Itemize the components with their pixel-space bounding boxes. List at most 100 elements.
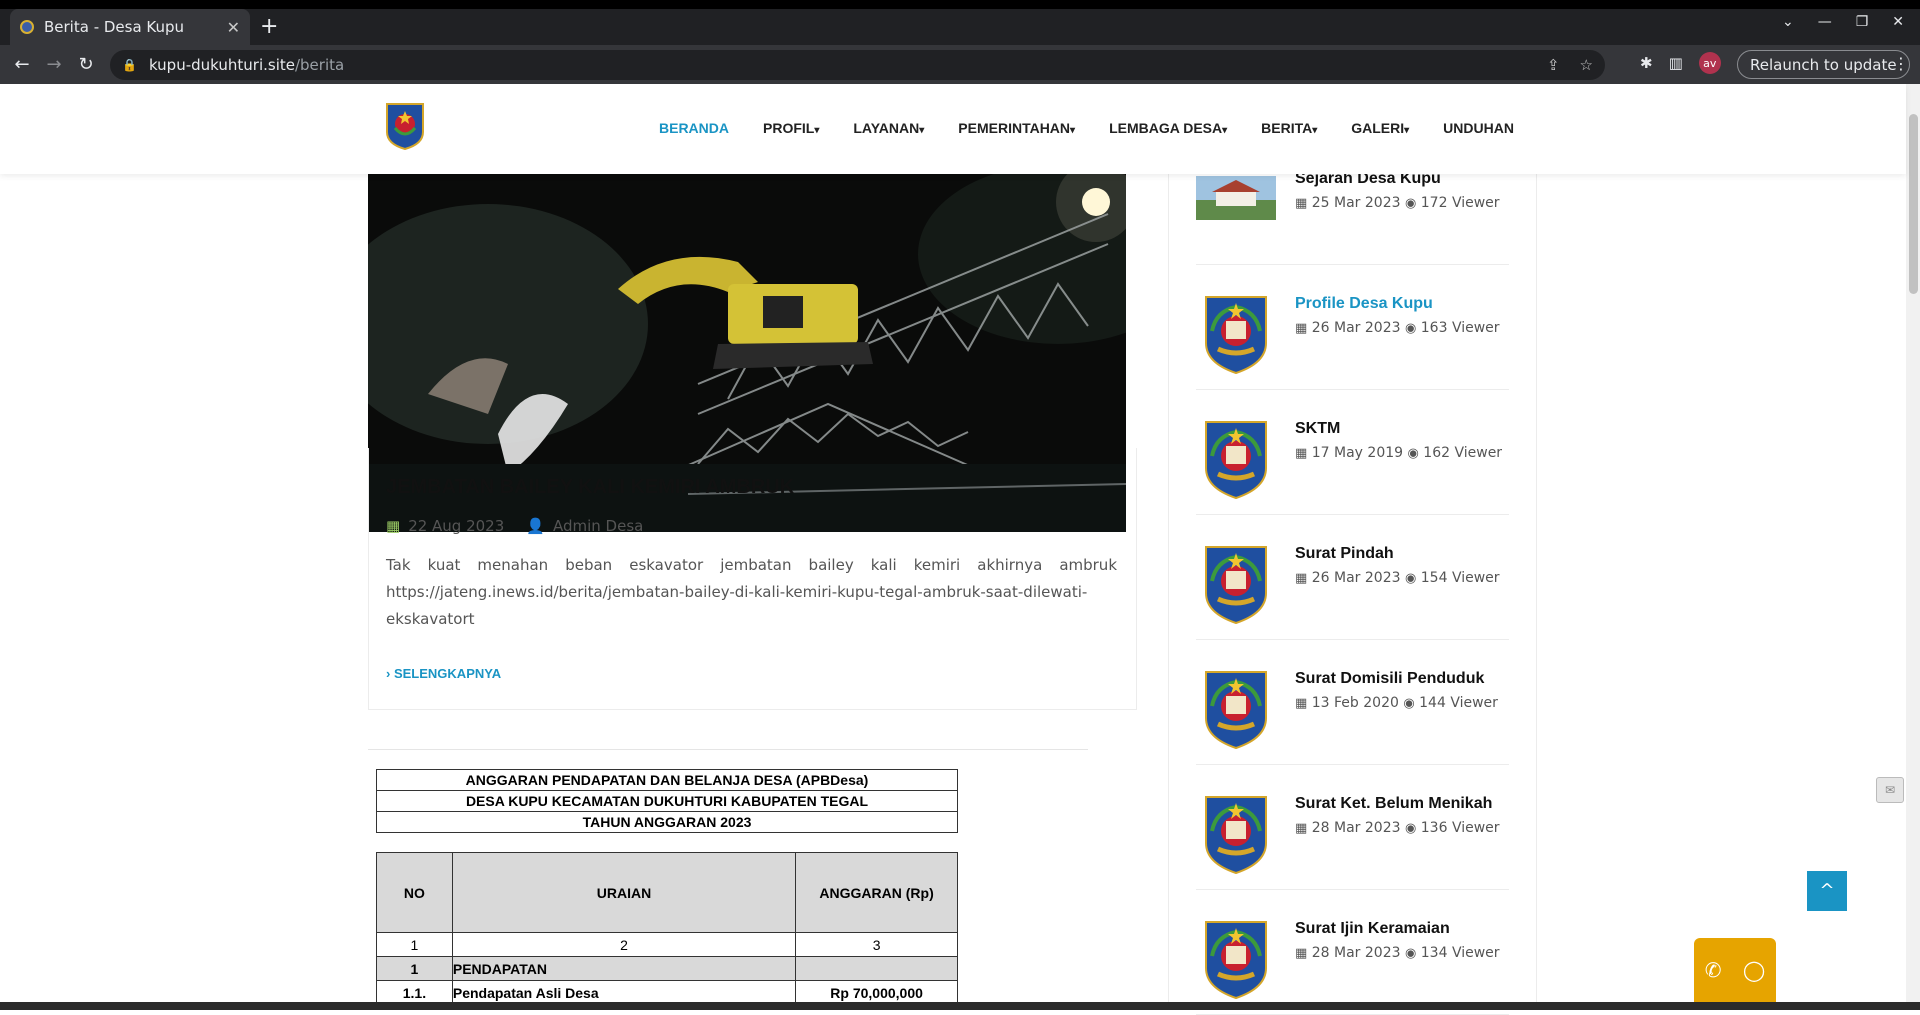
popular-post-title[interactable]: SKTM [1295,420,1340,438]
minimize-icon[interactable]: — [1818,14,1832,30]
popular-post-date: 13 Feb 2020 [1311,695,1399,711]
browser-tab[interactable]: Berita - Desa Kupu ✕ [10,9,250,45]
popular-post-title[interactable]: Surat Ket. Belum Menikah [1295,795,1492,813]
tab-close-icon[interactable]: ✕ [227,18,240,37]
row-no: 1.1. [376,980,453,1005]
row-anggaran: Rp 70,000,000 [795,980,958,1005]
column-header: URAIAN [451,852,797,933]
popular-post-title[interactable]: Profile Desa Kupu [1295,295,1433,313]
restore-icon[interactable]: ❐ [1856,14,1869,30]
tab-title: Berita - Desa Kupu [44,18,185,36]
popular-post-title[interactable]: Surat Pindah [1295,545,1394,563]
eye-icon: ◉ [1403,696,1415,711]
contact-widget[interactable]: ✆ ◯ [1694,938,1776,1002]
apbdes-heading-line: ANGGARAN PENDAPATAN DAN BELANJA DESA (AP… [376,769,958,791]
popular-post-date: 25 Mar 2023 [1311,195,1401,211]
lock-icon[interactable]: 🔒 [122,58,137,72]
side-panel-icon[interactable]: ▥ [1669,54,1683,72]
post-thumbnail[interactable] [1196,176,1276,220]
nav-item-label: BERANDA [659,120,729,136]
popular-post-meta: ▦ 25 Mar 2023 ◉ 172 Viewer [1295,195,1500,211]
bookmark-star-icon[interactable]: ☆ [1580,56,1593,74]
village-emblem-icon[interactable] [1196,666,1276,750]
popular-post-item[interactable]: Surat Ket. Belum Menikah ▦ 28 Mar 2023 ◉ … [1196,765,1509,890]
calendar-icon: ▦ [1295,571,1308,586]
row-no: 1 [376,956,453,981]
village-emblem-icon[interactable] [1196,791,1276,875]
apbdes-heading-line: TAHUN ANGGARAN 2023 [376,811,958,833]
eye-icon: ◉ [1404,946,1417,961]
apbdes-heading-table: ANGGARAN PENDAPATAN DAN BELANJA DESA (AP… [376,769,958,833]
extensions-puzzle-icon[interactable]: ✱ [1640,54,1653,72]
phone-icon[interactable]: ✆ [1705,958,1722,982]
feedback-icon[interactable]: ✉ [1876,777,1904,803]
calendar-icon: ▦ [1295,696,1308,711]
popular-post-meta: ▦ 17 May 2019 ◉ 162 Viewer [1295,445,1502,461]
site-favicon-icon [20,20,34,34]
nav-item-pemerintahan[interactable]: PEMERINTAHAN▾ [958,120,1075,136]
row-anggaran [795,956,958,981]
popular-post-item[interactable]: Profile Desa Kupu ▦ 26 Mar 2023 ◉ 163 Vie… [1196,265,1509,390]
tab-search-icon[interactable]: ⌄ [1782,14,1794,30]
village-emblem-icon[interactable] [1196,416,1276,500]
popular-post-views: 172 Viewer [1420,195,1500,211]
share-icon[interactable]: ⇪ [1547,56,1560,74]
nav-item-unduhan[interactable]: UNDUHAN [1443,120,1514,136]
popular-post-title[interactable]: Surat Ijin Keramaian [1295,920,1450,938]
village-emblem-icon[interactable] [1196,916,1276,1000]
user-icon: 👤 [526,517,545,535]
nav-item-profil[interactable]: PROFIL▾ [763,120,819,136]
column-number: 3 [795,932,958,957]
popular-post-meta: ▦ 26 Mar 2023 ◉ 154 Viewer [1295,570,1500,586]
address-bar[interactable]: 🔒 kupu-dukuhturi.site/berita ⇪ ☆ [110,50,1605,80]
scrollbar-thumb[interactable] [1909,114,1918,294]
whatsapp-icon[interactable]: ◯ [1743,958,1765,982]
nav-item-beranda[interactable]: BERANDA [659,120,729,136]
read-more-link[interactable]: › SELENGKAPNYA [386,666,501,681]
post-date: 22 Aug 2023 [408,517,505,535]
profile-avatar[interactable]: av [1698,52,1721,74]
caret-down-icon: ▾ [1222,125,1228,136]
nav-item-lembaga-desa[interactable]: LEMBAGA DESA▾ [1109,120,1227,136]
popular-post-item[interactable]: Surat Ijin Keramaian ▦ 28 Mar 2023 ◉ 134 … [1196,890,1509,1015]
popular-post-date: 17 May 2019 [1311,445,1404,461]
page-scrollbar[interactable] [1906,84,1920,1002]
row-uraian: PENDAPATAN [451,956,797,981]
popular-post-meta: ▦ 28 Mar 2023 ◉ 134 Viewer [1295,945,1500,961]
new-tab-button[interactable]: + [260,14,278,39]
nav-item-label: PEMERINTAHAN [958,120,1071,136]
column-number: 1 [376,932,453,957]
reload-icon[interactable]: ↻ [70,54,102,75]
popular-post-item[interactable]: Surat Pindah ▦ 26 Mar 2023 ◉ 154 Viewer [1196,515,1509,640]
back-to-top-button[interactable]: ^ [1807,871,1847,911]
nav-item-label: LAYANAN [853,120,920,136]
nav-item-galeri[interactable]: GALERI▾ [1351,120,1409,136]
village-emblem-icon[interactable] [1196,541,1276,625]
section-divider [368,749,1088,750]
popular-post-item[interactable]: SKTM ▦ 17 May 2019 ◉ 162 Viewer [1196,390,1509,515]
forward-icon[interactable]: → [38,54,70,75]
popular-post-item[interactable]: Surat Domisili Penduduk ▦ 13 Feb 2020 ◉ 1… [1196,640,1509,765]
calendar-icon: ▦ [1295,946,1308,961]
popular-post-date: 26 Mar 2023 [1311,570,1401,586]
calendar-icon: ▦ [1295,321,1308,336]
eye-icon: ◉ [1404,196,1417,211]
popular-post-date: 26 Mar 2023 [1311,320,1401,336]
calendar-icon: ▦ [1295,196,1308,211]
popular-post-views: 134 Viewer [1420,945,1500,961]
village-logo[interactable] [385,102,425,150]
nav-item-layanan[interactable]: LAYANAN▾ [853,120,924,136]
back-icon[interactable]: ← [6,54,38,75]
nav-item-berita[interactable]: BERITA▾ [1261,120,1317,136]
caret-down-icon: ▾ [1070,125,1076,136]
browser-menu-icon[interactable]: ⋮ [1893,54,1909,73]
page-viewport: BERANDA PROFIL▾ LAYANAN▾ PEMERINTAHAN▾ LEMBA… [0,84,1920,1002]
village-emblem-icon[interactable] [1196,291,1276,375]
apbdes-heading-line: DESA KUPU KECAMATAN DUKUHTURI KABUPATEN … [376,790,958,812]
post-author: Admin Desa [552,517,644,535]
relaunch-button[interactable]: Relaunch to update [1737,50,1910,79]
popular-post-title[interactable]: Surat Domisili Penduduk [1295,670,1484,688]
close-window-icon[interactable]: ✕ [1892,14,1904,30]
url-host: kupu-dukuhturi.site [148,56,295,74]
post-title[interactable]: JEMBATAN BAILEY KALI KEMIRI AMBRUK [386,476,794,499]
